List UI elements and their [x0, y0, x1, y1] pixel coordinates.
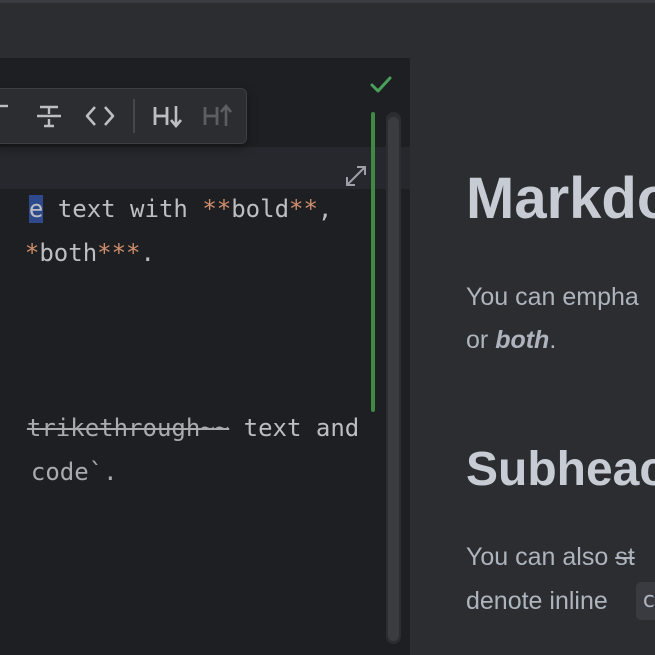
editor-line[interactable]: e text with **bold**, [0, 149, 332, 223]
preview-heading-1: Markdo [466, 166, 655, 231]
editor-line[interactable]: *both***. [0, 193, 155, 267]
text-segment: or [466, 326, 496, 354]
top-bar [0, 0, 655, 58]
bold-italic-text: both [495, 326, 550, 354]
italic-icon [0, 104, 8, 108]
expand-icon[interactable] [343, 163, 369, 189]
change-marker-bar [371, 112, 375, 412]
text-segment: , [317, 195, 333, 223]
italic-button[interactable] [0, 102, 13, 130]
text-segment: . [549, 326, 557, 354]
preview-heading-2: Subheac [466, 443, 655, 496]
markup-token: *** [97, 239, 141, 267]
formatting-toolbar [0, 88, 247, 144]
editor-line[interactable]: trikethrough~~ text and [0, 368, 359, 442]
preview-paragraph-line: or both. [466, 325, 556, 355]
check-icon[interactable] [369, 73, 393, 97]
heading-increase-icon [203, 103, 232, 126]
strikethrough-text: st [615, 543, 635, 571]
text-segment: bold [231, 195, 290, 223]
editor-line[interactable]: code`. [2, 412, 118, 486]
code-icon [85, 106, 115, 126]
markup-token: ** [289, 195, 318, 223]
text-segment: . [140, 239, 155, 267]
scrollbar-thumb[interactable] [388, 117, 399, 641]
preview-paragraph-line: You can also st [466, 542, 635, 572]
text-segment: text and [229, 414, 360, 442]
heading-decrease-icon [153, 106, 182, 129]
text-segment: You can also [466, 543, 616, 571]
top-bar-edge [0, 0, 655, 3]
strikethrough-icon [37, 105, 61, 128]
code-button[interactable] [83, 102, 117, 130]
inline-code-text: code`. [30, 458, 118, 486]
markup-token: * [24, 239, 40, 267]
strikethrough-button[interactable] [33, 102, 65, 130]
preview-paragraph-line: denote inline [466, 587, 608, 615]
markup-token: ** [202, 195, 232, 223]
heading-decrease-button[interactable] [151, 102, 185, 130]
preview-paragraph-line: You can empha [466, 283, 639, 311]
toolbar-separator [133, 99, 135, 133]
inline-code: c [636, 582, 655, 620]
text-segment: both [39, 239, 98, 267]
heading-increase-button[interactable] [201, 102, 235, 130]
